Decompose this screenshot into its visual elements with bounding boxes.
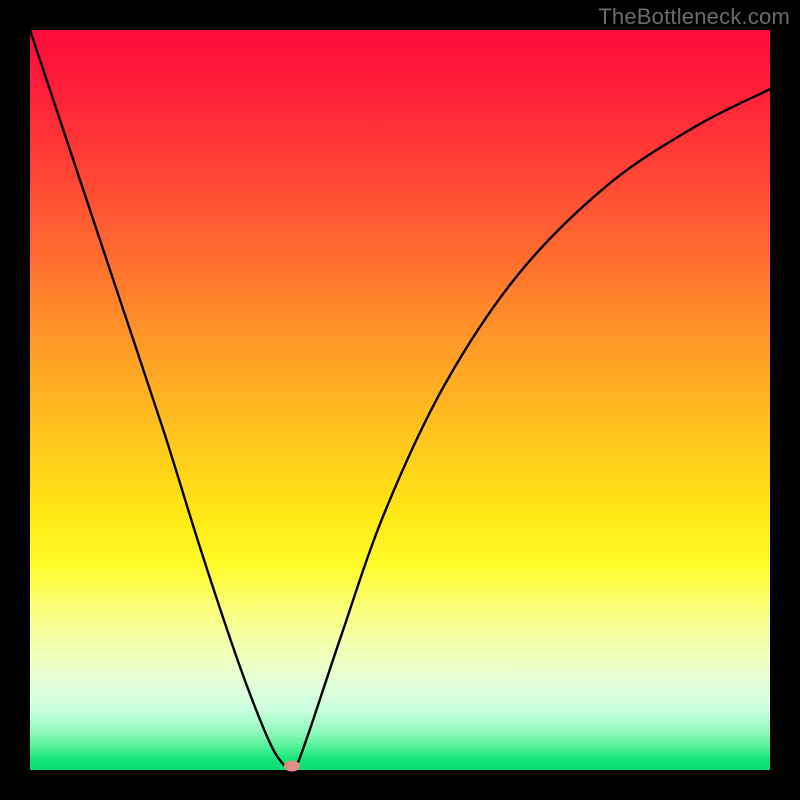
chart-frame: TheBottleneck.com <box>0 0 800 800</box>
bottleneck-curve <box>30 30 770 770</box>
plot-area <box>30 30 770 770</box>
curve-path <box>30 30 770 770</box>
watermark-text: TheBottleneck.com <box>598 4 790 30</box>
optimal-point-marker <box>284 761 300 772</box>
